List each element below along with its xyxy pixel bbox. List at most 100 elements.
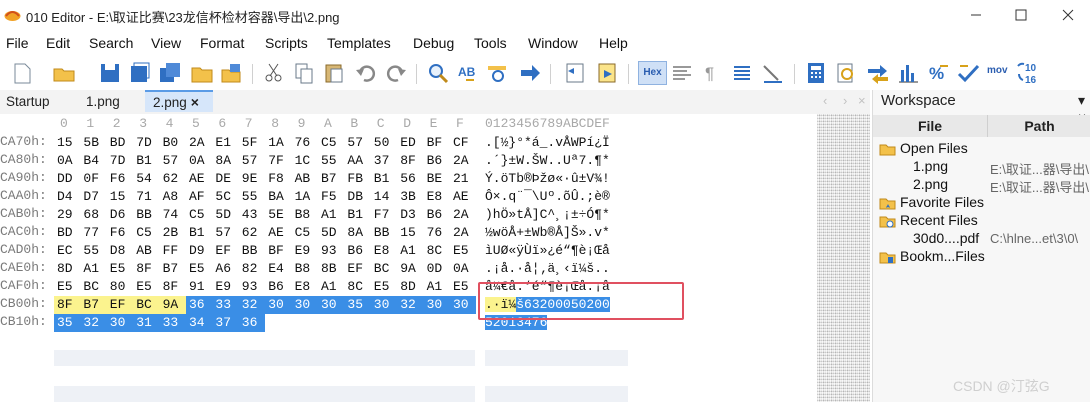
hex-byte[interactable]: 93 — [321, 242, 341, 260]
hex-byte[interactable]: B4 — [83, 152, 103, 170]
hex-byte[interactable]: 30 — [291, 296, 318, 314]
hex-byte[interactable]: C5 — [189, 206, 209, 224]
hex-byte[interactable]: 7D — [136, 134, 156, 152]
hex-byte[interactable]: CF — [453, 134, 473, 152]
radix-button[interactable]: 10 16 — [1016, 60, 1040, 86]
hex-byte[interactable]: B8 — [295, 206, 315, 224]
hex-byte[interactable]: ED — [400, 134, 420, 152]
hex-byte[interactable]: A1 — [321, 206, 341, 224]
hex-byte[interactable]: E5 — [189, 260, 209, 278]
undo-button[interactable] — [354, 60, 378, 86]
row-chars[interactable]: )hÖ»tÅ]C^¸¡±÷Ó¶* — [485, 206, 610, 224]
hex-byte[interactable]: A1 — [83, 260, 103, 278]
hex-byte[interactable]: 29 — [57, 206, 77, 224]
hex-byte[interactable]: 7D — [110, 152, 130, 170]
hex-byte[interactable]: D7 — [83, 188, 103, 206]
hex-byte[interactable]: BA — [268, 188, 288, 206]
hex-byte[interactable]: A1 — [321, 278, 341, 296]
find-in-files-button[interactable] — [486, 60, 510, 86]
hex-byte[interactable]: F6 — [110, 224, 130, 242]
hex-byte[interactable]: BC — [374, 260, 394, 278]
hex-byte[interactable]: 0F — [83, 170, 103, 188]
tab-close-icon[interactable]: × — [191, 92, 199, 113]
hex-byte[interactable]: 77 — [83, 224, 103, 242]
hex-byte[interactable]: 62 — [242, 224, 262, 242]
hex-byte[interactable]: 2A — [453, 152, 473, 170]
hex-byte[interactable]: E5 — [453, 278, 473, 296]
minimize-button[interactable] — [964, 4, 988, 26]
menu-format[interactable]: Format — [200, 35, 244, 51]
menu-edit[interactable]: Edit — [46, 35, 70, 51]
tab-1png[interactable]: 1.png — [86, 90, 120, 114]
hex-byte[interactable]: C5 — [295, 224, 315, 242]
hex-byte[interactable]: 15 — [400, 224, 420, 242]
row-chars[interactable]: ìUØ«ÿÙï»¿é“¶è¡Œå — [485, 242, 610, 260]
hex-byte[interactable]: E8 — [295, 278, 315, 296]
hex-byte[interactable]: 1C — [295, 152, 315, 170]
hex-byte[interactable]: 15 — [57, 134, 77, 152]
save-all-button[interactable] — [158, 60, 182, 86]
workspace-item[interactable]: 1.png — [913, 158, 948, 174]
hex-byte[interactable]: 57 — [347, 134, 367, 152]
row-chars[interactable]: Ô×.q¨¯\Uº.õÛ.;è® — [485, 188, 610, 206]
text-mode-button[interactable] — [670, 60, 694, 86]
hex-byte[interactable]: 8D — [57, 260, 77, 278]
menu-search[interactable]: Search — [89, 35, 133, 51]
hex-byte[interactable]: D8 — [110, 242, 130, 260]
hex-byte[interactable]: BB — [136, 206, 156, 224]
hex-byte[interactable]: 8C — [347, 278, 367, 296]
hex-byte[interactable]: 56 — [400, 170, 420, 188]
hex-byte[interactable]: 0A — [189, 152, 209, 170]
hex-byte[interactable]: C5 — [136, 224, 156, 242]
columns-button[interactable] — [730, 60, 754, 86]
hex-byte[interactable]: E8 — [427, 188, 447, 206]
hex-byte[interactable]: DB — [347, 188, 367, 206]
checksum-button[interactable]: % — [926, 60, 950, 86]
hex-byte[interactable]: F6 — [110, 170, 130, 188]
hex-byte[interactable]: 2B — [163, 224, 183, 242]
hex-byte[interactable]: BC — [83, 278, 103, 296]
menu-file[interactable]: File — [6, 35, 29, 51]
hex-byte[interactable]: BB — [374, 224, 394, 242]
menu-window[interactable]: Window — [528, 35, 578, 51]
menu-debug[interactable]: Debug — [413, 35, 454, 51]
hex-byte[interactable]: BD — [110, 134, 130, 152]
hex-byte[interactable]: E5 — [110, 260, 130, 278]
hex-byte[interactable]: AA — [347, 152, 367, 170]
row-chars[interactable]: Ý.öTb®Þžø«·û±V¾! — [485, 170, 610, 188]
hex-byte[interactable]: 32 — [397, 296, 424, 314]
hex-byte[interactable]: 0A — [57, 152, 77, 170]
hex-byte[interactable]: 8A — [347, 224, 367, 242]
hex-byte[interactable]: EF — [215, 242, 235, 260]
hex-byte[interactable]: 33 — [159, 314, 186, 332]
hex-byte[interactable]: A1 — [400, 242, 420, 260]
hex-byte[interactable]: E5 — [374, 278, 394, 296]
hex-byte[interactable]: B1 — [347, 206, 367, 224]
hex-byte[interactable]: 9A — [400, 260, 420, 278]
menu-view[interactable]: View — [151, 35, 181, 51]
inspector-button[interactable] — [834, 60, 858, 86]
hex-byte[interactable]: E5 — [453, 242, 473, 260]
hex-byte[interactable]: 35 — [54, 314, 81, 332]
hex-byte[interactable]: AB — [295, 170, 315, 188]
row-chars[interactable]: .´}±W.ŠW..Uª7.¶* — [485, 152, 610, 170]
hex-byte[interactable]: 0D — [427, 260, 447, 278]
close-window-button[interactable] — [1056, 4, 1080, 26]
hex-byte[interactable]: 7F — [268, 152, 288, 170]
hex-byte[interactable]: 93 — [242, 278, 262, 296]
hex-byte[interactable]: BF — [268, 242, 288, 260]
hex-byte[interactable]: F7 — [374, 206, 394, 224]
hex-byte[interactable]: DD — [57, 170, 77, 188]
hex-byte[interactable]: 8F — [54, 296, 81, 314]
hex-byte[interactable]: 62 — [163, 170, 183, 188]
hex-byte[interactable]: D4 — [57, 188, 77, 206]
hex-byte[interactable]: A1 — [427, 278, 447, 296]
hex-byte[interactable]: 32 — [238, 296, 266, 314]
copy-button[interactable] — [292, 60, 316, 86]
hex-byte[interactable]: E9 — [295, 242, 315, 260]
hex-byte[interactable]: 1A — [295, 188, 315, 206]
hex-byte[interactable]: A6 — [215, 260, 235, 278]
hex-byte[interactable]: E8 — [374, 242, 394, 260]
workspace-item[interactable]: Recent Files — [900, 212, 978, 228]
hex-byte[interactable]: 37 — [212, 314, 239, 332]
